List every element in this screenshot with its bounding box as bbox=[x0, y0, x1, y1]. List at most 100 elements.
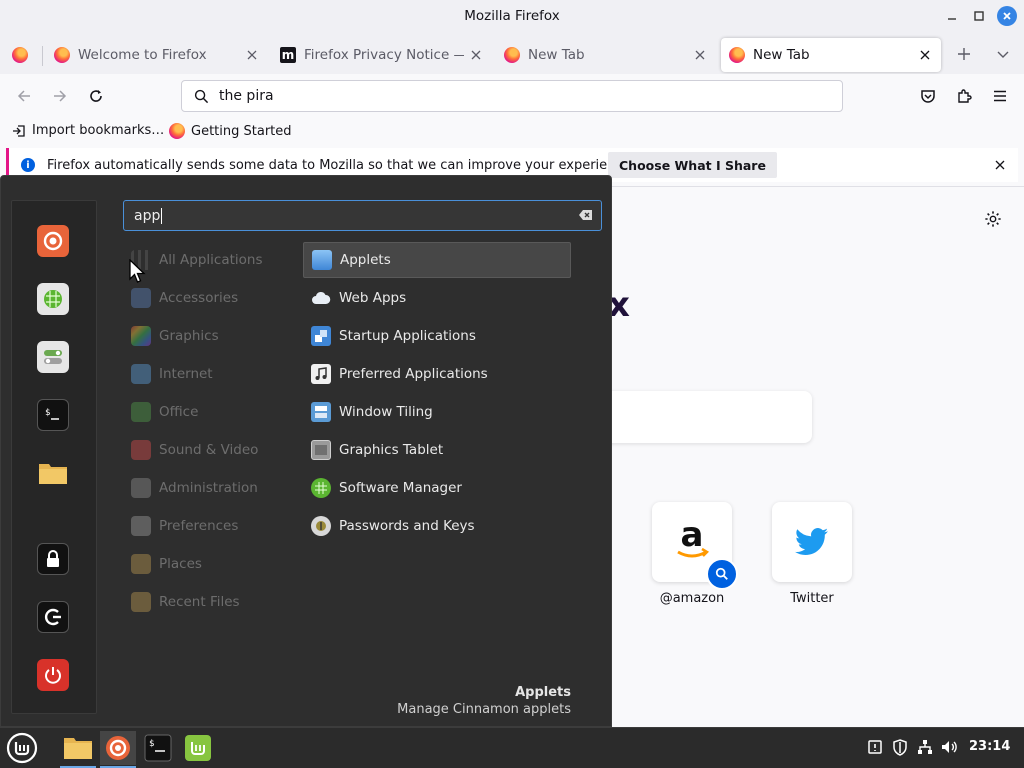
bookmark-import[interactable]: Import bookmarks… bbox=[12, 123, 164, 138]
close-tab-icon[interactable] bbox=[917, 47, 933, 63]
tab-welcome[interactable]: Welcome to Firefox bbox=[48, 38, 268, 72]
new-tab-button[interactable] bbox=[952, 42, 976, 66]
shortcut-amazon[interactable]: a @amazon bbox=[652, 502, 738, 606]
app-preferred-applications[interactable]: Preferred Applications bbox=[303, 356, 571, 392]
category-label: Internet bbox=[159, 366, 213, 382]
terminal-icon: $ bbox=[144, 734, 172, 762]
forward-button[interactable] bbox=[48, 84, 72, 108]
power-icon bbox=[45, 667, 61, 684]
category-accessories[interactable]: Accessories bbox=[131, 284, 238, 312]
list-all-tabs-button[interactable] bbox=[991, 42, 1015, 66]
volume-icon[interactable] bbox=[941, 738, 959, 756]
play-icon bbox=[131, 440, 151, 460]
category-administration[interactable]: Administration bbox=[131, 474, 258, 502]
close-window-button[interactable] bbox=[997, 6, 1017, 26]
favorite-system-settings[interactable] bbox=[37, 341, 69, 373]
update-notice-icon[interactable] bbox=[866, 738, 884, 756]
url-bar[interactable]: the pira bbox=[181, 80, 843, 112]
shortcut-label: @amazon bbox=[659, 591, 725, 606]
favorite-software-manager[interactable] bbox=[37, 283, 69, 315]
lock-screen-button[interactable] bbox=[37, 543, 69, 575]
close-tab-icon[interactable] bbox=[468, 47, 484, 63]
category-office[interactable]: Office bbox=[131, 398, 198, 426]
app-label: Applets bbox=[340, 252, 391, 268]
category-all-applications[interactable]: All Applications bbox=[131, 246, 263, 274]
app-graphics-tablet[interactable]: Graphics Tablet bbox=[303, 432, 571, 468]
tab-privacy-notice[interactable]: m Firefox Privacy Notice — Mo bbox=[272, 38, 492, 72]
taskbar-mintupdate[interactable] bbox=[180, 731, 216, 765]
app-menu-button[interactable] bbox=[988, 84, 1012, 108]
close-notification-icon[interactable] bbox=[992, 157, 1008, 173]
svg-text:$: $ bbox=[45, 408, 50, 418]
category-recent-files[interactable]: Recent Files bbox=[131, 588, 240, 616]
close-tab-icon[interactable] bbox=[244, 47, 260, 63]
minimize-button[interactable] bbox=[942, 6, 962, 26]
taskbar-terminal[interactable]: $ bbox=[140, 731, 176, 765]
bookmarks-toolbar: Import bookmarks… Getting Started bbox=[0, 118, 1024, 144]
clear-search-icon[interactable] bbox=[579, 209, 593, 221]
logout-button[interactable] bbox=[37, 601, 69, 633]
app-software-manager[interactable]: Software Manager bbox=[303, 470, 571, 506]
menu-search-field[interactable]: app bbox=[123, 200, 602, 231]
category-label: Sound & Video bbox=[159, 442, 259, 458]
favorite-files[interactable] bbox=[37, 457, 69, 489]
shortcut-twitter[interactable]: Twitter bbox=[772, 502, 852, 606]
app-label: Preferred Applications bbox=[339, 366, 488, 382]
tab-new-tab[interactable]: New Tab bbox=[498, 38, 716, 72]
app-web-apps[interactable]: Web Apps bbox=[303, 280, 571, 316]
category-internet[interactable]: Internet bbox=[131, 360, 213, 388]
settings-toggle-icon bbox=[44, 350, 62, 364]
app-applets[interactable]: Applets bbox=[303, 242, 571, 278]
mint-update-icon bbox=[185, 735, 211, 761]
category-label: Preferences bbox=[159, 518, 239, 534]
clock[interactable]: 23:14 bbox=[969, 739, 1010, 754]
taskbar-files[interactable] bbox=[60, 731, 96, 768]
category-label: Places bbox=[159, 556, 202, 572]
shield-icon[interactable] bbox=[891, 738, 909, 756]
start-menu-button[interactable] bbox=[3, 731, 41, 765]
bookmark-label: Import bookmarks… bbox=[32, 123, 165, 138]
category-graphics[interactable]: Graphics bbox=[131, 322, 219, 350]
window-title: Mozilla Firefox bbox=[464, 8, 560, 24]
taskbar-firefox[interactable] bbox=[100, 731, 136, 768]
app-label: Web Apps bbox=[339, 290, 407, 306]
close-tab-icon[interactable] bbox=[692, 47, 708, 63]
reload-button[interactable] bbox=[84, 84, 108, 108]
network-icon[interactable] bbox=[916, 738, 934, 756]
bookmark-label: Getting Started bbox=[191, 123, 292, 139]
category-sound-video[interactable]: Sound & Video bbox=[131, 436, 258, 464]
tab-separator bbox=[42, 46, 43, 66]
app-label: Software Manager bbox=[339, 480, 462, 496]
app-startup-applications[interactable]: Startup Applications bbox=[303, 318, 571, 354]
notification-text: Firefox automatically sends some data to… bbox=[47, 157, 635, 173]
selected-app-title: Applets bbox=[515, 685, 571, 700]
passwords-keys-icon bbox=[311, 516, 331, 536]
menu-search-value[interactable]: app bbox=[134, 208, 160, 224]
software-manager-icon bbox=[311, 478, 331, 498]
tab-pinned-firefox[interactable] bbox=[6, 38, 38, 72]
folder-icon bbox=[64, 738, 92, 759]
category-preferences[interactable]: Preferences bbox=[131, 512, 238, 540]
app-window-tiling[interactable]: Window Tiling bbox=[303, 394, 571, 430]
maximize-button[interactable] bbox=[969, 6, 989, 26]
shutdown-button[interactable] bbox=[37, 659, 69, 691]
favorite-terminal[interactable]: $ bbox=[37, 399, 69, 431]
extensions-button[interactable] bbox=[952, 84, 976, 108]
app-label: Startup Applications bbox=[339, 328, 476, 344]
shortcut-label: Twitter bbox=[790, 591, 834, 606]
shortcut-tile[interactable]: a bbox=[652, 502, 738, 590]
gear-icon[interactable] bbox=[984, 210, 1002, 228]
choose-what-i-share-button[interactable]: Choose What I Share bbox=[608, 152, 777, 178]
app-passwords-and-keys[interactable]: Passwords and Keys bbox=[303, 508, 571, 544]
url-input-value[interactable]: the pira bbox=[219, 88, 274, 104]
category-places[interactable]: Places bbox=[131, 550, 202, 578]
bookmark-getting-started[interactable]: Getting Started bbox=[169, 123, 292, 139]
tab-new-tab-active[interactable]: New Tab bbox=[721, 38, 941, 72]
firefox-icon bbox=[12, 47, 28, 63]
pocket-button[interactable] bbox=[916, 84, 940, 108]
search-icon bbox=[194, 89, 209, 103]
back-button[interactable] bbox=[12, 84, 36, 108]
shortcut-tile[interactable] bbox=[772, 502, 852, 582]
favorite-firefox[interactable] bbox=[37, 225, 69, 257]
linux-mint-logo-icon bbox=[6, 732, 38, 764]
